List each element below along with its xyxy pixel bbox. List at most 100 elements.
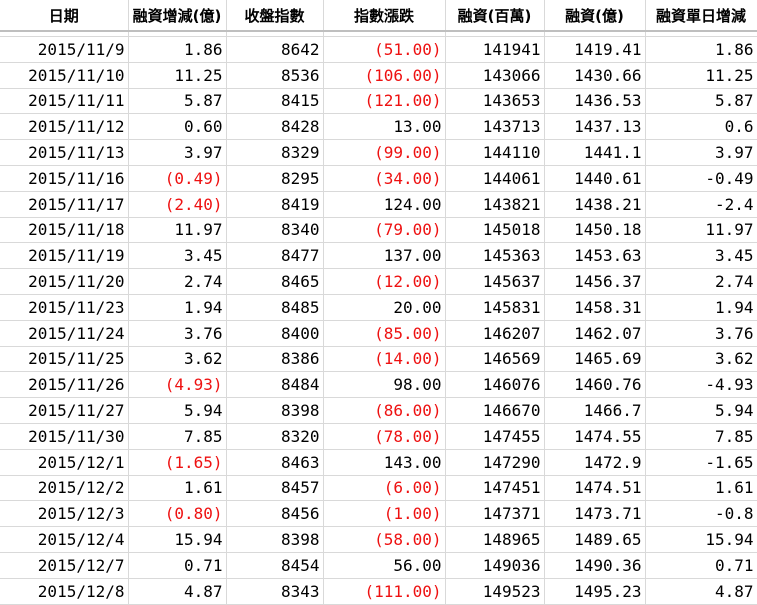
cell-date[interactable]: 2015/11/26 — [0, 371, 129, 399]
table-row[interactable]: 2015/11/12 0.60 8428 13.00 143713 1437.13 0.6 — [0, 113, 757, 141]
cell-daily-change[interactable]: 5.94 — [645, 397, 757, 424]
cell-close-index[interactable]: 8463 — [226, 449, 324, 476]
header-daily-change[interactable]: 融資單日增減 — [645, 0, 757, 32]
cell-margin-change[interactable]: 1.94 — [128, 294, 227, 321]
cell-margin-yi[interactable]: 1473.71 — [544, 500, 646, 528]
cell-margin-change[interactable]: (0.49) — [128, 165, 227, 192]
cell-margin-change[interactable]: 15.94 — [128, 526, 227, 553]
cell-margin-change[interactable]: 0.71 — [128, 552, 227, 579]
cell-margin-yi[interactable]: 1450.18 — [544, 217, 646, 244]
cell-date[interactable]: 2015/11/16 — [0, 165, 129, 192]
cell-daily-change[interactable]: -0.8 — [645, 500, 757, 528]
cell-close-index[interactable]: 8340 — [226, 217, 324, 244]
cell-margin-change[interactable]: 5.94 — [128, 397, 227, 424]
cell-close-index[interactable]: 8642 — [226, 36, 324, 63]
cell-margin-change[interactable]: 7.85 — [128, 423, 227, 450]
table-row[interactable]: 2015/12/8 4.87 8343 (111.00) 149523 1495.23 4.… — [0, 578, 757, 605]
cell-margin-million[interactable]: 147371 — [445, 500, 545, 528]
cell-close-index[interactable]: 8484 — [226, 371, 324, 399]
cell-date[interactable]: 2015/11/25 — [0, 346, 129, 373]
cell-margin-million[interactable]: 146569 — [445, 346, 545, 373]
cell-margin-million[interactable]: 143066 — [445, 62, 545, 89]
cell-close-index[interactable]: 8329 — [226, 139, 324, 166]
cell-close-index[interactable]: 8456 — [226, 500, 324, 528]
cell-daily-change[interactable]: 3.45 — [645, 242, 757, 270]
cell-daily-change[interactable]: 0.71 — [645, 552, 757, 579]
table-row[interactable]: 2015/12/1 (1.65) 8463 143.00 147290 1472.9 -1.… — [0, 449, 757, 476]
cell-daily-change[interactable]: 11.97 — [645, 217, 757, 244]
cell-date[interactable]: 2015/12/8 — [0, 578, 129, 605]
cell-margin-million[interactable]: 143653 — [445, 88, 545, 115]
cell-margin-yi[interactable]: 1437.13 — [544, 113, 646, 141]
cell-date[interactable]: 2015/11/18 — [0, 217, 129, 244]
header-close-index[interactable]: 收盤指數 — [226, 0, 324, 32]
header-date[interactable]: 日期 — [0, 0, 129, 32]
cell-close-index[interactable]: 8400 — [226, 320, 324, 347]
cell-margin-yi[interactable]: 1489.65 — [544, 526, 646, 553]
header-margin-yi[interactable]: 融資(億) — [544, 0, 646, 32]
cell-margin-million[interactable]: 144061 — [445, 165, 545, 192]
cell-daily-change[interactable]: 2.74 — [645, 268, 757, 295]
cell-index-change[interactable]: 137.00 — [323, 242, 446, 270]
table-row[interactable]: 2015/11/20 2.74 8465 (12.00) 145637 1456.37 2.… — [0, 268, 757, 295]
cell-margin-change[interactable]: (0.80) — [128, 500, 227, 528]
cell-date[interactable]: 2015/11/24 — [0, 320, 129, 347]
cell-close-index[interactable]: 8536 — [226, 62, 324, 89]
cell-index-change[interactable]: (58.00) — [323, 526, 446, 553]
table-row[interactable]: 2015/11/27 5.94 8398 (86.00) 146670 1466.7 5.9… — [0, 397, 757, 424]
cell-margin-yi[interactable]: 1466.7 — [544, 397, 646, 424]
cell-index-change[interactable]: 98.00 — [323, 371, 446, 399]
cell-margin-yi[interactable]: 1440.61 — [544, 165, 646, 192]
cell-index-change[interactable]: 124.00 — [323, 191, 446, 218]
cell-index-change[interactable]: (14.00) — [323, 346, 446, 373]
cell-margin-yi[interactable]: 1453.63 — [544, 242, 646, 270]
cell-margin-yi[interactable]: 1430.66 — [544, 62, 646, 89]
cell-close-index[interactable]: 8454 — [226, 552, 324, 579]
cell-margin-million[interactable]: 147451 — [445, 475, 545, 502]
cell-close-index[interactable]: 8398 — [226, 526, 324, 553]
cell-date[interactable]: 2015/12/2 — [0, 475, 129, 502]
table-row[interactable]: 2015/11/11 5.87 8415 (121.00) 143653 1436.53 5… — [0, 88, 757, 115]
cell-daily-change[interactable]: 4.87 — [645, 578, 757, 605]
cell-daily-change[interactable]: 3.62 — [645, 346, 757, 373]
cell-margin-change[interactable]: 2.74 — [128, 268, 227, 295]
cell-daily-change[interactable]: -4.93 — [645, 371, 757, 399]
cell-date[interactable]: 2015/11/9 — [0, 36, 129, 63]
cell-margin-million[interactable]: 149523 — [445, 578, 545, 605]
cell-margin-yi[interactable]: 1419.41 — [544, 36, 646, 63]
cell-index-change[interactable]: (51.00) — [323, 36, 446, 63]
cell-daily-change[interactable]: 1.86 — [645, 36, 757, 63]
cell-close-index[interactable]: 8320 — [226, 423, 324, 450]
cell-date[interactable]: 2015/11/10 — [0, 62, 129, 89]
cell-index-change[interactable]: (106.00) — [323, 62, 446, 89]
cell-margin-change[interactable]: 1.86 — [128, 36, 227, 63]
cell-margin-change[interactable]: (4.93) — [128, 371, 227, 399]
cell-index-change[interactable]: 143.00 — [323, 449, 446, 476]
cell-date[interactable]: 2015/11/19 — [0, 242, 129, 270]
cell-daily-change[interactable]: 3.76 — [645, 320, 757, 347]
header-index-change[interactable]: 指數漲跌 — [323, 0, 446, 32]
cell-margin-yi[interactable]: 1462.07 — [544, 320, 646, 347]
table-row[interactable]: 2015/12/2 1.61 8457 (6.00) 147451 1474.51 1.61 — [0, 475, 757, 502]
cell-margin-million[interactable]: 141941 — [445, 36, 545, 63]
cell-date[interactable]: 2015/12/3 — [0, 500, 129, 528]
cell-close-index[interactable]: 8428 — [226, 113, 324, 141]
cell-margin-million[interactable]: 147290 — [445, 449, 545, 476]
header-margin-million[interactable]: 融資(百萬) — [445, 0, 545, 32]
cell-index-change[interactable]: (99.00) — [323, 139, 446, 166]
cell-margin-million[interactable]: 148965 — [445, 526, 545, 553]
cell-index-change[interactable]: (1.00) — [323, 500, 446, 528]
cell-index-change[interactable]: 13.00 — [323, 113, 446, 141]
cell-margin-million[interactable]: 143821 — [445, 191, 545, 218]
cell-close-index[interactable]: 8485 — [226, 294, 324, 321]
cell-daily-change[interactable]: 3.97 — [645, 139, 757, 166]
cell-margin-change[interactable]: 4.87 — [128, 578, 227, 605]
cell-close-index[interactable]: 8343 — [226, 578, 324, 605]
cell-index-change[interactable]: (12.00) — [323, 268, 446, 295]
cell-margin-change[interactable]: 11.97 — [128, 217, 227, 244]
cell-index-change[interactable]: (79.00) — [323, 217, 446, 244]
cell-margin-yi[interactable]: 1460.76 — [544, 371, 646, 399]
cell-margin-yi[interactable]: 1458.31 — [544, 294, 646, 321]
cell-margin-yi[interactable]: 1495.23 — [544, 578, 646, 605]
cell-close-index[interactable]: 8386 — [226, 346, 324, 373]
